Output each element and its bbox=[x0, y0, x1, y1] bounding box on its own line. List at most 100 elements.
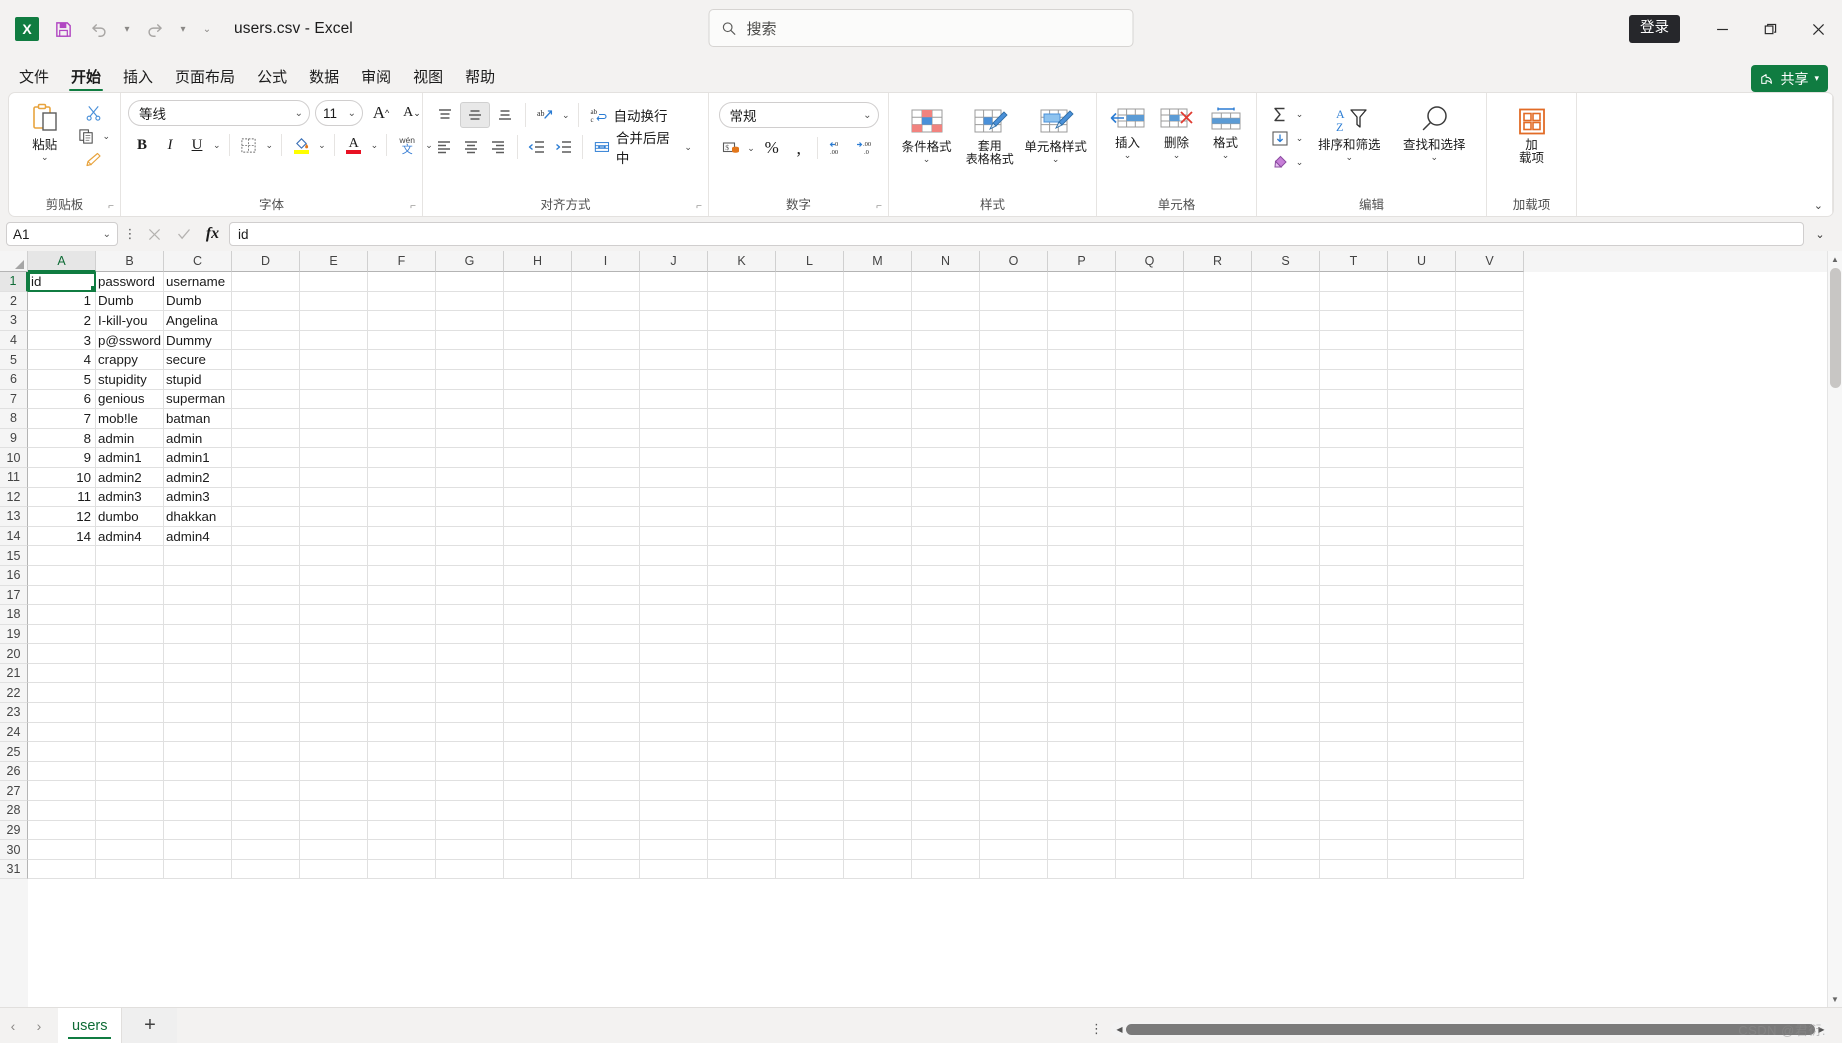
cell-J11[interactable] bbox=[640, 467, 708, 488]
cell-T13[interactable] bbox=[1320, 507, 1388, 527]
cell-C1[interactable]: username bbox=[164, 272, 232, 292]
cell-S30[interactable] bbox=[1252, 840, 1320, 860]
cell-K28[interactable] bbox=[708, 801, 776, 821]
cell-I16[interactable] bbox=[572, 565, 640, 586]
cell-I8[interactable] bbox=[572, 409, 640, 429]
cell-V21[interactable] bbox=[1456, 663, 1524, 684]
cell-H1[interactable] bbox=[504, 272, 572, 292]
cut-button[interactable] bbox=[73, 100, 113, 124]
cell-H18[interactable] bbox=[504, 605, 572, 625]
cell-J3[interactable] bbox=[640, 311, 708, 331]
cell-J6[interactable] bbox=[640, 369, 708, 390]
cell-L11[interactable] bbox=[776, 467, 844, 488]
fill-dropdown-icon[interactable]: ⌄ bbox=[1293, 133, 1307, 144]
cell-T7[interactable] bbox=[1320, 389, 1388, 410]
cell-G7[interactable] bbox=[436, 389, 504, 410]
cell-B20[interactable] bbox=[96, 644, 164, 664]
cell-U4[interactable] bbox=[1388, 330, 1456, 351]
cell-E10[interactable] bbox=[300, 448, 368, 468]
cell-G21[interactable] bbox=[436, 663, 504, 684]
cell-J28[interactable] bbox=[640, 801, 708, 821]
cell-E6[interactable] bbox=[300, 369, 368, 390]
decrease-decimal-button[interactable]: .00.0 bbox=[851, 135, 879, 161]
tab-formulas[interactable]: 公式 bbox=[246, 70, 298, 92]
cell-T15[interactable] bbox=[1320, 546, 1388, 566]
row-header-5[interactable]: 5 bbox=[0, 350, 28, 370]
cell-U2[interactable] bbox=[1388, 291, 1456, 312]
cell-B31[interactable] bbox=[96, 859, 164, 880]
cell-R16[interactable] bbox=[1184, 565, 1252, 586]
cell-S9[interactable] bbox=[1252, 428, 1320, 449]
cell-L25[interactable] bbox=[776, 742, 844, 762]
cell-K7[interactable] bbox=[708, 389, 776, 410]
sort-filter-button[interactable]: A Z 排序和筛选 ⌄ bbox=[1307, 100, 1391, 162]
cell-B18[interactable] bbox=[96, 605, 164, 625]
cell-U1[interactable] bbox=[1388, 272, 1456, 292]
cell-H28[interactable] bbox=[504, 801, 572, 821]
cell-F4[interactable] bbox=[368, 330, 436, 351]
cell-L8[interactable] bbox=[776, 409, 844, 429]
cell-H14[interactable] bbox=[504, 526, 572, 547]
cell-C2[interactable]: Dumb bbox=[164, 291, 232, 312]
cell-G27[interactable] bbox=[436, 781, 504, 802]
cell-F20[interactable] bbox=[368, 644, 436, 664]
cell-S4[interactable] bbox=[1252, 330, 1320, 351]
cell-Q30[interactable] bbox=[1116, 840, 1184, 860]
cell-S12[interactable] bbox=[1252, 487, 1320, 508]
cell-K24[interactable] bbox=[708, 722, 776, 743]
cell-G1[interactable] bbox=[436, 272, 504, 292]
cell-I14[interactable] bbox=[572, 526, 640, 547]
increase-indent-button[interactable] bbox=[550, 134, 577, 160]
cell-H12[interactable] bbox=[504, 487, 572, 508]
cell-M18[interactable] bbox=[844, 605, 912, 625]
cell-B19[interactable] bbox=[96, 624, 164, 645]
font-name-combo[interactable]: 等线 ⌄ bbox=[128, 100, 310, 126]
fx-icon[interactable]: fx bbox=[200, 222, 225, 246]
cell-G29[interactable] bbox=[436, 820, 504, 841]
cell-M7[interactable] bbox=[844, 389, 912, 410]
formula-input[interactable]: id bbox=[229, 222, 1804, 246]
cell-P6[interactable] bbox=[1048, 369, 1116, 390]
cell-P30[interactable] bbox=[1048, 840, 1116, 860]
cell-O29[interactable] bbox=[980, 820, 1048, 841]
cell-P17[interactable] bbox=[1048, 585, 1116, 606]
row-header-26[interactable]: 26 bbox=[0, 761, 28, 782]
cell-E25[interactable] bbox=[300, 742, 368, 762]
cell-I25[interactable] bbox=[572, 742, 640, 762]
cell-O16[interactable] bbox=[980, 565, 1048, 586]
cell-P31[interactable] bbox=[1048, 859, 1116, 880]
cell-Q20[interactable] bbox=[1116, 644, 1184, 664]
cell-A22[interactable] bbox=[28, 683, 96, 704]
row-header-3[interactable]: 3 bbox=[0, 311, 28, 331]
cell-R25[interactable] bbox=[1184, 742, 1252, 762]
cell-Q24[interactable] bbox=[1116, 722, 1184, 743]
cell-T11[interactable] bbox=[1320, 467, 1388, 488]
cell-E1[interactable] bbox=[300, 272, 368, 292]
tab-page-layout[interactable]: 页面布局 bbox=[164, 70, 246, 92]
cell-M23[interactable] bbox=[844, 703, 912, 723]
cell-C29[interactable] bbox=[164, 820, 232, 841]
cell-N19[interactable] bbox=[912, 624, 980, 645]
cell-U25[interactable] bbox=[1388, 742, 1456, 762]
cell-P3[interactable] bbox=[1048, 311, 1116, 331]
cell-A9[interactable]: 8 bbox=[28, 428, 96, 449]
cell-N7[interactable] bbox=[912, 389, 980, 410]
cell-E21[interactable] bbox=[300, 663, 368, 684]
cell-Q29[interactable] bbox=[1116, 820, 1184, 841]
cell-L28[interactable] bbox=[776, 801, 844, 821]
cell-N13[interactable] bbox=[912, 507, 980, 527]
cell-T1[interactable] bbox=[1320, 272, 1388, 292]
cell-U20[interactable] bbox=[1388, 644, 1456, 664]
cell-C30[interactable] bbox=[164, 840, 232, 860]
cell-R15[interactable] bbox=[1184, 546, 1252, 566]
cell-E22[interactable] bbox=[300, 683, 368, 704]
percent-style-button[interactable]: % bbox=[758, 135, 786, 161]
cell-E19[interactable] bbox=[300, 624, 368, 645]
cell-H5[interactable] bbox=[504, 350, 572, 370]
cell-E4[interactable] bbox=[300, 330, 368, 351]
font-color-dropdown-icon[interactable]: ⌄ bbox=[368, 140, 382, 151]
cell-J22[interactable] bbox=[640, 683, 708, 704]
cell-O28[interactable] bbox=[980, 801, 1048, 821]
row-header-28[interactable]: 28 bbox=[0, 801, 28, 821]
cell-S8[interactable] bbox=[1252, 409, 1320, 429]
